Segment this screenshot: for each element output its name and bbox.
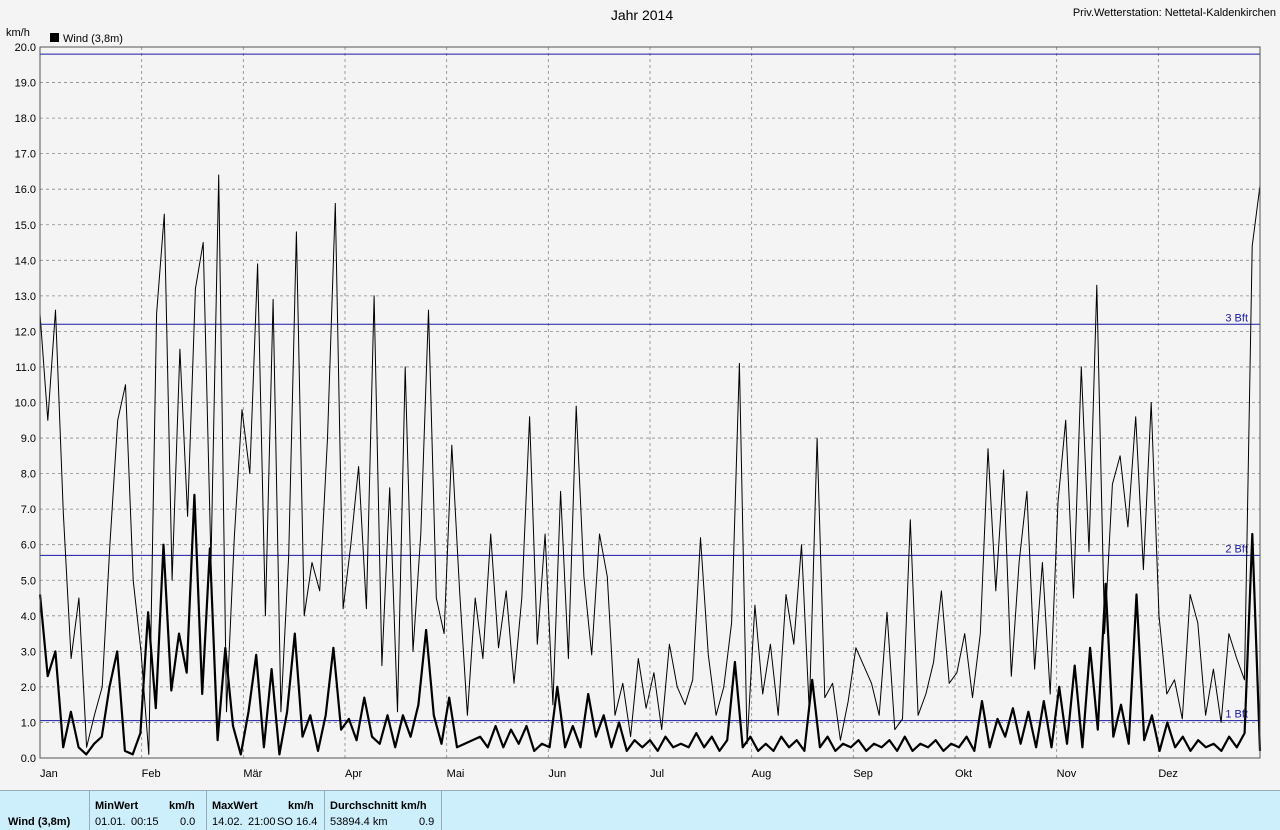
stats-avg-value: 0.9 <box>419 816 435 828</box>
y-tick-label: 7.0 <box>21 504 36 516</box>
y-tick-label: 6.0 <box>21 540 36 552</box>
stats-footer: Wind (3,8m) MinWert km/h 01.01. 00:15 0.… <box>0 790 1280 830</box>
stats-min-time: 00:15 <box>131 816 159 828</box>
stats-max-header: MaxWert <box>212 800 258 812</box>
y-tick-label: 8.0 <box>21 469 36 481</box>
x-tick-label: Mär <box>243 768 262 780</box>
x-tick-label: Jun <box>548 768 566 780</box>
x-tick-label: Feb <box>142 768 161 780</box>
stats-series-label: Wind (3,8m) <box>8 816 71 828</box>
stats-max-time: 21:00 <box>248 816 276 828</box>
x-tick-label: Jan <box>40 768 58 780</box>
y-tick-label: 5.0 <box>21 575 36 587</box>
chart-title: Jahr 2014 <box>611 7 673 23</box>
x-tick-label: Okt <box>955 768 972 780</box>
reference-lines: 1 Bft2 Bft3 Bft <box>40 53 1260 722</box>
stats-max-cell: MaxWert km/h 14.02. 21:00 SO 16.4 <box>206 791 325 830</box>
y-tick-label: 4.0 <box>21 611 36 623</box>
x-tick-label: Apr <box>345 768 362 780</box>
stats-min-date: 01.01. <box>95 816 126 828</box>
x-tick-label: Sep <box>853 768 873 780</box>
stats-min-value: 0.0 <box>180 816 196 828</box>
y-tick-label: 10.0 <box>15 398 36 410</box>
y-tick-label: 1.0 <box>21 717 36 729</box>
y-tick-label: 14.0 <box>15 255 36 267</box>
legend-swatch <box>50 33 59 42</box>
stats-avg-header: Durchschnitt km/h <box>330 800 427 812</box>
y-tick-label: 20.0 <box>15 42 36 54</box>
y-tick-label: 18.0 <box>15 113 36 125</box>
stats-max-unit: km/h <box>288 800 314 812</box>
y-tick-label: 15.0 <box>15 220 36 232</box>
y-tick-labels: 0.0 1.0 2.0 3.0 4.0 5.0 6.0 7.0 8.0 9.0 10.0 11.0 12… <box>15 42 36 765</box>
x-tick-labels: Jan Feb Mär Apr Mai Jun Jul Aug Sep Okt Nov Dez <box>40 768 1178 780</box>
stats-series-cell: Wind (3,8m) <box>0 791 90 830</box>
stats-min-header: MinWert <box>95 800 139 812</box>
y-tick-label: 17.0 <box>15 149 36 161</box>
y-tick-label: 3.0 <box>21 646 36 658</box>
y-tick-label: 16.0 <box>15 184 36 196</box>
station-label: Priv.Wetterstation: Nettetal-Kaldenkirch… <box>1073 7 1276 19</box>
stats-avg-cell: Durchschnitt km/h 53894.4 km 0.9 <box>324 791 442 830</box>
grid-lines <box>40 46 1260 759</box>
x-tick-label: Nov <box>1057 768 1077 780</box>
legend-label: Wind (3,8m) <box>63 33 123 45</box>
y-axis-unit: km/h <box>6 27 30 39</box>
y-tick-label: 0.0 <box>21 753 36 765</box>
y-tick-label: 19.0 <box>15 78 36 90</box>
stats-total-distance: 53894.4 km <box>330 816 388 828</box>
reference-line-label: 2 Bft <box>1225 543 1248 555</box>
x-tick-label: Mai <box>447 768 465 780</box>
x-tick-label: Dez <box>1158 768 1178 780</box>
stats-max-direction: SO <box>277 816 293 828</box>
y-tick-label: 2.0 <box>21 682 36 694</box>
y-tick-label: 13.0 <box>15 291 36 303</box>
x-tick-label: Aug <box>752 768 772 780</box>
stats-min-cell: MinWert km/h 01.01. 00:15 0.0 <box>89 791 207 830</box>
x-tick-label: Jul <box>650 768 664 780</box>
wind-chart: Jahr 2014 Priv.Wetterstation: Nettetal-K… <box>6 7 1276 780</box>
y-tick-label: 9.0 <box>21 433 36 445</box>
y-tick-label: 11.0 <box>15 362 36 374</box>
reference-line-label: 3 Bft <box>1225 312 1248 324</box>
stats-min-unit: km/h <box>169 800 195 812</box>
stats-max-value: 16.4 <box>296 816 318 828</box>
stats-max-date: 14.02. <box>212 816 243 828</box>
y-tick-label: 12.0 <box>15 326 36 338</box>
